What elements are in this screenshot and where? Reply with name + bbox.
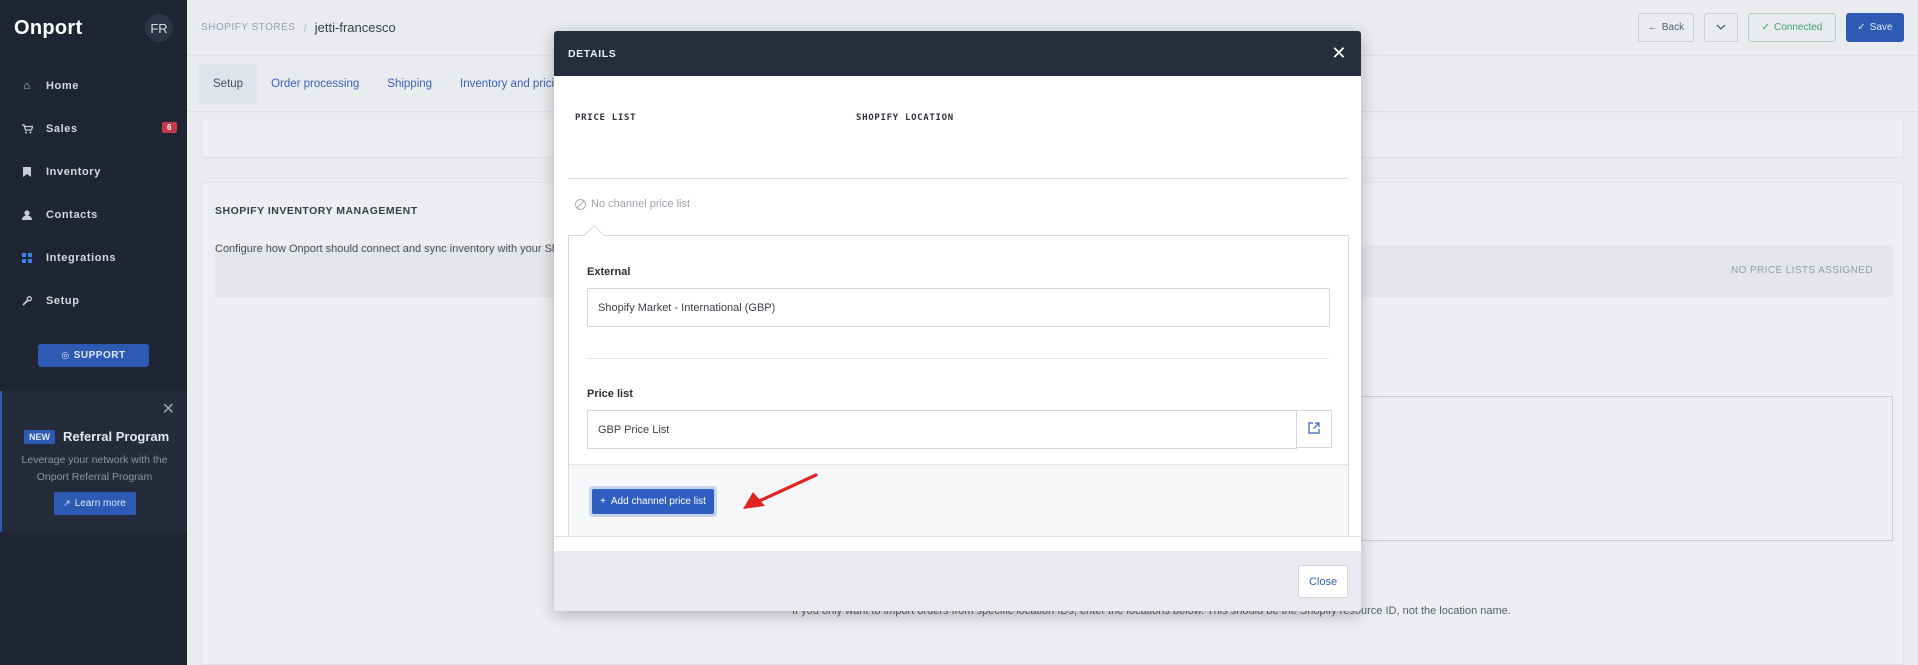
learn-more-button[interactable]: ↗ Learn more xyxy=(53,492,136,515)
home-icon: ⌂ xyxy=(23,79,31,92)
topbar-actions: ← Back ✓ Connected ✓ Save xyxy=(1638,13,1904,42)
grid-icon xyxy=(18,252,36,263)
external-field[interactable]: Shopify Market - International (GBP) xyxy=(587,288,1330,327)
add-price-list-panel: External Shopify Market - International … xyxy=(568,225,1349,536)
check-icon: ✓ xyxy=(1761,22,1770,33)
sidebar-item-contacts[interactable]: Contacts xyxy=(0,193,187,236)
add-button-face: + Add channel price list xyxy=(592,489,714,514)
back-button[interactable]: ← Back xyxy=(1638,13,1694,42)
sidebar-item-inventory[interactable]: Inventory xyxy=(0,150,187,193)
external-label: External xyxy=(587,266,631,278)
sidebar-item-label: Home xyxy=(46,79,79,92)
more-dropdown-button[interactable] xyxy=(1704,13,1738,42)
support-button[interactable]: ◎ SUPPORT xyxy=(38,344,149,367)
sales-count-badge: 6 xyxy=(161,122,177,133)
external-link-icon xyxy=(1307,421,1320,437)
connected-button[interactable]: ✓ Connected xyxy=(1748,13,1836,42)
sidebar-item-label: Setup xyxy=(46,294,80,307)
modal-title: DETAILS xyxy=(568,47,617,60)
plus-icon: + xyxy=(600,496,606,507)
referral-desc-line: Leverage your network with the xyxy=(21,454,168,466)
lifebuoy-icon: ◎ xyxy=(61,350,70,360)
sidebar-nav: ⌂ Home Sales 6 Inventory Contacts Integr… xyxy=(0,64,187,322)
close-icon[interactable]: ✕ xyxy=(162,399,175,419)
sidebar-item-label: Inventory xyxy=(46,165,101,178)
save-button[interactable]: ✓ Save xyxy=(1846,13,1904,42)
user-icon xyxy=(18,209,36,220)
avatar[interactable]: FR xyxy=(145,14,173,42)
inventory-card-title: SHOPIFY INVENTORY MANAGEMENT xyxy=(215,205,418,217)
sidebar-item-home[interactable]: ⌂ Home xyxy=(0,64,187,107)
details-modal: DETAILS ✕ PRICE LIST SHOPIFY LOCATION No… xyxy=(554,31,1361,611)
back-label: Back xyxy=(1661,22,1685,33)
check-icon: ✓ xyxy=(1857,22,1866,33)
referral-banner: ✕ NEW Referral Program Leverage your net… xyxy=(0,391,187,532)
add-channel-price-list-button[interactable]: + Add channel price list xyxy=(589,486,717,517)
referral-title: Referral Program xyxy=(63,429,170,444)
sidebar-brand: Onport FR xyxy=(0,0,187,56)
annotation-arrow-icon xyxy=(743,473,818,509)
sidebar-item-label: Sales xyxy=(46,122,78,135)
bookmark-icon xyxy=(18,166,36,177)
breadcrumb-current: jetti-francesco xyxy=(314,20,396,35)
breadcrumb-separator: / xyxy=(303,20,307,35)
chevron-down-icon xyxy=(1716,22,1726,33)
inventory-card-description: Configure how Onport should connect and … xyxy=(215,243,571,255)
sidebar: Onport FR ⌂ Home Sales 6 Inventory Conta… xyxy=(0,0,187,665)
wrench-icon xyxy=(18,295,36,306)
close-button[interactable]: Close xyxy=(1298,565,1348,598)
table-divider xyxy=(568,178,1348,179)
form-divider xyxy=(587,358,1329,359)
learn-more-label: Learn more xyxy=(74,498,126,509)
save-label: Save xyxy=(1869,22,1893,33)
modal-header: DETAILS ✕ xyxy=(554,31,1361,76)
brand-logo[interactable]: Onport xyxy=(14,17,82,40)
tab-shipping[interactable]: Shipping xyxy=(373,64,446,104)
breadcrumb-parent[interactable]: SHOPIFY STORES xyxy=(201,22,295,33)
close-icon[interactable]: ✕ xyxy=(1331,43,1347,64)
modal-footer: Close xyxy=(554,551,1361,611)
panel-notch xyxy=(584,225,604,245)
support-label: SUPPORT xyxy=(73,350,126,361)
cart-icon xyxy=(18,123,36,134)
new-badge: NEW xyxy=(24,429,55,444)
referral-description: Leverage your network with the Onport Re… xyxy=(14,452,175,486)
referral-header: NEW Referral Program xyxy=(14,429,175,444)
column-header-shopify-location: SHOPIFY LOCATION xyxy=(856,113,954,123)
no-price-lists-text: NO PRICE LISTS ASSIGNED xyxy=(1730,265,1873,276)
ban-icon xyxy=(575,198,586,210)
modal-divider xyxy=(554,536,1361,537)
sidebar-item-label: Integrations xyxy=(46,251,117,264)
sidebar-item-integrations[interactable]: Integrations xyxy=(0,236,187,279)
sidebar-item-label: Contacts xyxy=(46,208,98,221)
price-list-label: Price list xyxy=(587,388,633,400)
referral-desc-line: Onport Referral Program xyxy=(36,471,153,483)
no-channel-text: No channel price list xyxy=(591,198,691,210)
modal-body: PRICE LIST SHOPIFY LOCATION No channel p… xyxy=(554,76,1361,582)
connected-label: Connected xyxy=(1774,22,1823,33)
tab-setup[interactable]: Setup xyxy=(199,63,258,104)
price-list-field[interactable]: GBP Price List xyxy=(587,410,1297,449)
tab-order-processing[interactable]: Order processing xyxy=(257,64,373,104)
open-price-list-button[interactable] xyxy=(1296,410,1332,448)
arrow-left-icon: ← xyxy=(1647,22,1658,33)
add-button-label: Add channel price list xyxy=(610,496,706,507)
column-header-price-list: PRICE LIST xyxy=(575,113,637,123)
no-channel-row: No channel price list xyxy=(575,198,690,210)
sidebar-item-sales[interactable]: Sales 6 xyxy=(0,107,187,150)
external-link-icon: ↗ xyxy=(63,498,71,508)
sidebar-item-setup[interactable]: Setup xyxy=(0,279,187,322)
panel-footer: + Add channel price list xyxy=(569,464,1348,536)
